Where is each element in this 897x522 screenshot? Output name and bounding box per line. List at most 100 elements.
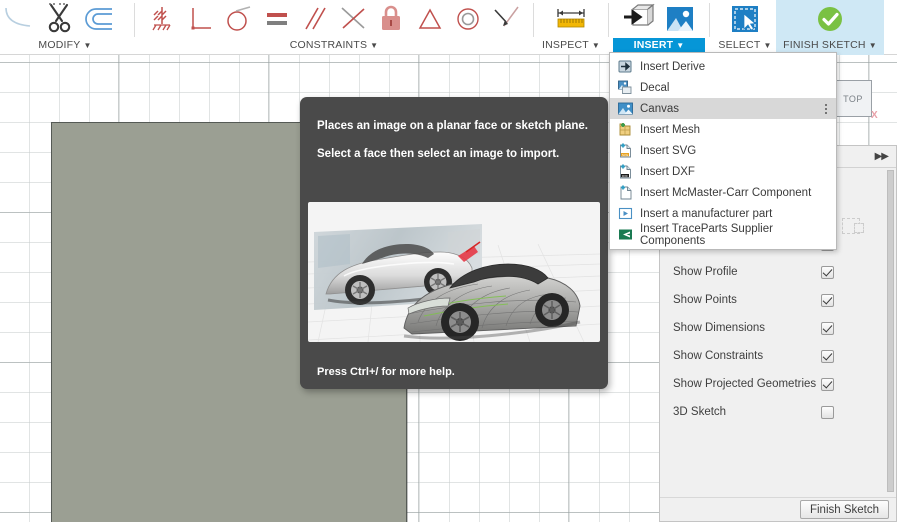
fillet-icon[interactable]: [0, 0, 40, 38]
symmetry-constraint-icon[interactable]: [410, 0, 448, 38]
tooltip-help-hint: Press Ctrl+/ for more help.: [317, 366, 455, 378]
placeholder-geometry-icon: [842, 218, 864, 234]
view-cube[interactable]: TOP: [834, 80, 872, 117]
insert-mcmaster-carr-icon: [618, 185, 633, 200]
toolbar-label-constraints[interactable]: CONSTRAINTS ▼: [139, 38, 529, 55]
toolbar-separator-1: [134, 3, 135, 37]
select-window-cursor-icon[interactable]: [725, 0, 765, 38]
insert-mesh-icon: [618, 122, 633, 137]
chevron-down-icon: ▼: [370, 41, 379, 50]
option-label: Show Constraints: [673, 350, 764, 362]
menu-item-label: Canvas: [640, 102, 679, 115]
finish-sketch-button[interactable]: Finish Sketch: [799, 500, 889, 519]
menu-item-label: Decal: [640, 81, 670, 94]
option-row-show-constraints[interactable]: Show Constraints: [660, 342, 896, 370]
concentric-constraint-icon[interactable]: [449, 0, 487, 38]
constraints-label-text: CONSTRAINTS: [289, 39, 368, 51]
select-label-text: SELECT: [718, 39, 761, 51]
view-cube-x-axis-label: X: [871, 110, 878, 121]
toolbar-label-inspect[interactable]: INSPECT ▼: [538, 38, 604, 55]
menu-item-insert-mesh[interactable]: Insert Mesh: [610, 119, 836, 140]
checkbox-show-dimensions[interactable]: [821, 321, 834, 335]
insert-label-text: INSERT: [633, 39, 674, 51]
checkbox-show-points[interactable]: [821, 293, 834, 307]
insert-svg-icon: SVG: [618, 143, 633, 158]
checkbox-3d-sketch[interactable]: [821, 405, 834, 419]
toolbar-group-select: SELECT ▼: [714, 0, 776, 55]
curvature-constraint-icon[interactable]: [487, 0, 525, 38]
checkbox-show-profile[interactable]: [821, 265, 834, 279]
tooltip-line-1: Places an image on a planar face or sket…: [317, 120, 589, 132]
menu-item-canvas[interactable]: Canvas: [610, 98, 836, 119]
sketch-toolbar: MODIFY ▼ CONSTRAINTS ▼ INSPECT ▼ INSERT …: [0, 0, 897, 55]
svg-text:SVG: SVG: [622, 153, 629, 157]
insert-manufacturer-part-icon: [618, 206, 633, 221]
equal-constraint-icon[interactable]: [258, 0, 296, 38]
insert-derive-icon: [618, 59, 633, 74]
menu-item-label: Insert TraceParts Supplier Components: [640, 222, 773, 247]
panel-scrollbar-thumb[interactable]: [887, 170, 894, 492]
option-row-show-points[interactable]: Show Points: [660, 286, 896, 314]
toolbar-separator-4: [709, 3, 710, 37]
chevron-down-icon: ▼: [763, 41, 772, 50]
option-label: 3D Sketch: [673, 406, 727, 418]
menu-item-insert-traceparts[interactable]: Insert TraceParts Supplier Components: [610, 222, 836, 247]
menu-item-label: Insert DXF: [640, 165, 695, 178]
menu-item-insert-derive[interactable]: Insert Derive: [610, 56, 836, 77]
toolbar-group-inspect: INSPECT ▼: [538, 0, 604, 55]
insert-derive-icon[interactable]: [618, 0, 658, 38]
menu-item-insert-manufacturer-part[interactable]: Insert a manufacturer part: [610, 203, 836, 224]
parallel-constraint-icon[interactable]: [296, 0, 334, 38]
option-label: Show Projected Geometries: [673, 378, 817, 390]
menu-item-insert-svg[interactable]: SVG Insert SVG: [610, 140, 836, 161]
tangent-constraint-icon[interactable]: [219, 0, 257, 38]
option-row-show-dimensions[interactable]: Show Dimensions: [660, 314, 896, 342]
perpendicular-constraint-icon[interactable]: [181, 0, 219, 38]
measure-ruler-icon[interactable]: [551, 0, 591, 38]
chevron-down-icon: ▼: [676, 41, 685, 50]
menu-item-decal[interactable]: Decal: [610, 77, 836, 98]
panel-scrollbar[interactable]: [886, 168, 895, 498]
chevron-down-icon: ▼: [591, 41, 601, 50]
toolbar-group-constraints: CONSTRAINTS ▼: [139, 0, 529, 55]
menu-overflow-icon[interactable]: [825, 102, 827, 116]
midpoint-constraint-icon[interactable]: [334, 0, 372, 38]
option-row-show-projected-geometries[interactable]: Show Projected Geometries: [660, 370, 896, 398]
option-row-show-profile[interactable]: Show Profile: [660, 258, 896, 286]
insert-dropdown-menu: Insert Derive Decal Canvas Insert Mesh S…: [609, 52, 837, 250]
svg-text:DXF: DXF: [622, 174, 628, 178]
sketch-palette-footer: Finish Sketch: [660, 497, 896, 521]
checkbox-show-constraints[interactable]: [821, 349, 834, 363]
lock-constraint-icon[interactable]: [372, 0, 410, 38]
finish-sketch-label-text: FINISH SKETCH: [783, 39, 866, 51]
tooltip-illustration: [308, 202, 600, 342]
toolbar-separator-2: [533, 3, 534, 37]
trim-scissors-icon[interactable]: [40, 0, 80, 38]
menu-item-label: Insert a manufacturer part: [640, 207, 773, 220]
expand-panel-icon[interactable]: ▶▶: [875, 151, 889, 162]
option-label: Show Dimensions: [673, 322, 766, 334]
decal-icon: [618, 80, 633, 95]
menu-item-label: Insert Derive: [640, 60, 706, 73]
insert-dxf-icon: DXF: [618, 164, 633, 179]
toolbar-label-modify[interactable]: MODIFY ▼: [0, 38, 130, 55]
insert-canvas-image-icon[interactable]: [660, 0, 700, 38]
offset-icon[interactable]: [80, 0, 120, 38]
finish-sketch-check-icon[interactable]: [810, 0, 850, 38]
modify-label-text: MODIFY: [38, 39, 81, 51]
menu-item-label: Insert McMaster-Carr Component: [640, 186, 812, 199]
chevron-down-icon: ▼: [83, 41, 92, 50]
option-row-3d-sketch[interactable]: 3D Sketch: [660, 398, 896, 426]
menu-item-insert-mcmaster-carr[interactable]: Insert McMaster-Carr Component: [610, 182, 836, 203]
checkbox-show-projected-geometries[interactable]: [821, 377, 834, 391]
fix-ground-constraint-icon[interactable]: [143, 0, 181, 38]
menu-item-label: Insert Mesh: [640, 123, 701, 136]
tooltip-line-2: Select a face then select an image to im…: [317, 148, 560, 160]
option-label: Show Points: [673, 294, 737, 306]
fusion360-sketch-window: TOP X MODIFY ▼ CONSTRAINTS ▼ INSPECT ▼ I…: [0, 0, 897, 522]
view-cube-face-label: TOP: [843, 93, 863, 104]
toolbar-group-modify: MODIFY ▼: [0, 0, 130, 55]
inspect-label-text: INSPECT: [541, 39, 589, 51]
toolbar-separator-3: [608, 3, 609, 37]
menu-item-insert-dxf[interactable]: DXF Insert DXF: [610, 161, 836, 182]
